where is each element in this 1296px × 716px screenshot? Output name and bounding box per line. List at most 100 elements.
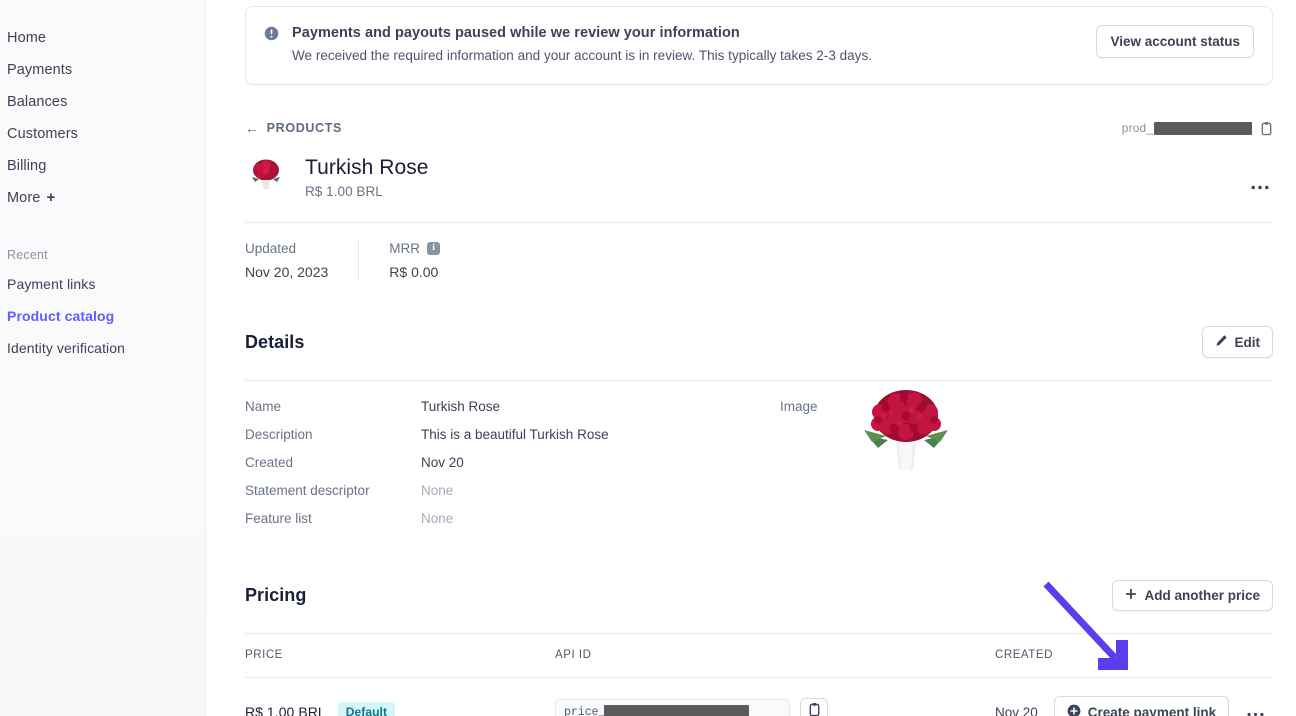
details-image-block: Image bbox=[780, 390, 956, 538]
back-arrow-icon: ← bbox=[245, 120, 260, 136]
detail-key: Created bbox=[245, 455, 294, 470]
detail-row-description: Description This is a beautiful Turkish … bbox=[245, 426, 780, 454]
view-account-status-label: View account status bbox=[1110, 34, 1240, 49]
breadcrumb-label: PRODUCTS bbox=[266, 121, 342, 135]
divider bbox=[245, 677, 1273, 678]
plus-icon: + bbox=[46, 189, 56, 206]
exclamation-circle-icon bbox=[264, 26, 280, 41]
sidebar-section-recent: Recent bbox=[7, 248, 48, 262]
pencil-icon bbox=[1215, 334, 1228, 350]
details-body: Name Turkish Rose Description This is a … bbox=[245, 390, 1273, 538]
plus-icon bbox=[1125, 588, 1137, 603]
divider bbox=[245, 633, 1273, 634]
sidebar-item-product-catalog[interactable]: Product catalog bbox=[0, 300, 205, 332]
sidebar-item-billing[interactable]: Billing bbox=[0, 150, 205, 182]
add-another-price-label: Add another price bbox=[1144, 588, 1260, 603]
details-fields: Name Turkish Rose Description This is a … bbox=[245, 398, 780, 538]
detail-row-statement-descriptor: Statement descriptor None bbox=[245, 482, 780, 510]
details-title: Details bbox=[245, 331, 305, 352]
product-header: Turkish Rose R$ 1.00 BRL bbox=[245, 154, 1273, 199]
sidebar-item-customers[interactable]: Customers bbox=[0, 118, 205, 150]
stat-label-text: MRR bbox=[389, 241, 421, 256]
product-id-prefix: prod_ bbox=[1121, 121, 1153, 135]
pricing-header: Pricing Add another price bbox=[245, 580, 1273, 625]
sidebar-item-label: Identity verification bbox=[7, 340, 126, 356]
page-title: Turkish Rose bbox=[305, 156, 429, 179]
table-row[interactable]: R$ 1.00 BRL Default price_ Nov 20 Create… bbox=[245, 686, 1273, 716]
create-payment-link-button[interactable]: Create payment link bbox=[1053, 695, 1230, 716]
image-label: Image bbox=[780, 399, 818, 414]
product-id-block[interactable]: prod_ bbox=[1122, 121, 1273, 136]
red-roses-bouquet-image bbox=[863, 390, 948, 470]
sidebar-item-label: Payments bbox=[7, 62, 73, 78]
sidebar-item-balances[interactable]: Balances bbox=[0, 86, 205, 118]
sidebar-item-identity-verification[interactable]: Identity verification bbox=[0, 332, 205, 364]
red-roses-bouquet-icon bbox=[252, 159, 280, 189]
stat-value: R$ 0.00 bbox=[389, 264, 439, 280]
sidebar-item-payments[interactable]: Payments bbox=[0, 54, 205, 86]
detail-value: None bbox=[421, 511, 454, 526]
create-payment-link-label: Create payment link bbox=[1087, 704, 1217, 716]
sidebar-item-label: Customers bbox=[7, 126, 78, 142]
detail-key: Feature list bbox=[245, 511, 312, 526]
status-badge: Default bbox=[337, 702, 396, 716]
cell-created: Nov 20 Create payment link bbox=[995, 695, 1273, 716]
add-another-price-button[interactable]: Add another price bbox=[1112, 580, 1273, 611]
api-id-prefix: price_ bbox=[564, 705, 606, 716]
sidebar-item-label: Product catalog bbox=[7, 308, 115, 324]
detail-value: Nov 20 bbox=[421, 455, 464, 470]
divider bbox=[245, 222, 1273, 223]
info-icon[interactable]: i bbox=[427, 242, 441, 255]
sidebar-item-label: Balances bbox=[7, 94, 68, 110]
product-price-subtitle: R$ 1.00 BRL bbox=[305, 184, 383, 199]
stat-label-text: Updated bbox=[245, 241, 297, 256]
created-value: Nov 20 bbox=[995, 704, 1038, 716]
detail-value: Turkish Rose bbox=[421, 399, 501, 414]
detail-key: Name bbox=[245, 399, 282, 414]
row-overflow-menu-button[interactable] bbox=[1245, 703, 1266, 716]
banner-subtitle: We received the required information and… bbox=[292, 48, 872, 63]
divider bbox=[245, 380, 1273, 381]
view-account-status-button[interactable]: View account status bbox=[1096, 25, 1254, 58]
clipboard-icon bbox=[808, 702, 821, 716]
sidebar-item-label: Home bbox=[7, 30, 47, 46]
sidebar: Home Payments Balances Customers Billing… bbox=[0, 0, 206, 716]
details-section: Details Edit Name Turkish Rose Descripti… bbox=[245, 326, 1273, 538]
pricing-title: Pricing bbox=[245, 585, 307, 605]
pricing-table-header: PRICE API ID CREATED bbox=[245, 642, 1273, 669]
sidebar-item-more[interactable]: More + bbox=[0, 182, 205, 214]
api-id-field[interactable]: price_ bbox=[555, 699, 790, 716]
detail-value: None bbox=[421, 483, 454, 498]
breadcrumb-products[interactable]: ← PRODUCTS bbox=[245, 121, 342, 135]
column-header-api-id: API ID bbox=[555, 649, 592, 661]
detail-row-created: Created Nov 20 bbox=[245, 454, 780, 482]
account-review-banner: Payments and payouts paused while we rev… bbox=[245, 6, 1273, 85]
product-image bbox=[856, 380, 956, 472]
app-root: Home Payments Balances Customers Billing… bbox=[0, 0, 1296, 716]
pricing-section: Pricing Add another price PRICE API ID C… bbox=[245, 580, 1273, 716]
sidebar-item-label: Payment links bbox=[7, 276, 96, 292]
main-content: Payments and payouts paused while we rev… bbox=[206, 0, 1296, 716]
sidebar-more-label: More bbox=[7, 190, 41, 206]
sidebar-item-label: Billing bbox=[7, 158, 47, 174]
sidebar-item-home[interactable]: Home bbox=[0, 22, 205, 54]
breadcrumb-row: ← PRODUCTS prod_ bbox=[245, 119, 1273, 137]
product-overflow-menu-button[interactable] bbox=[1247, 174, 1273, 196]
banner-title: Payments and payouts paused while we rev… bbox=[292, 25, 740, 41]
product-thumbnail bbox=[245, 154, 287, 196]
copy-api-id-button[interactable] bbox=[800, 698, 828, 716]
price-value: R$ 1.00 BRL bbox=[245, 704, 326, 716]
stat-mrr: MRR i R$ 0.00 bbox=[358, 240, 470, 281]
sidebar-item-payment-links[interactable]: Payment links bbox=[0, 268, 205, 300]
stat-label: Updated bbox=[245, 240, 328, 257]
stat-value: Nov 20, 2023 bbox=[245, 264, 329, 280]
plus-circle-icon bbox=[1067, 704, 1081, 716]
cell-api-id: price_ bbox=[555, 698, 995, 716]
stat-updated: Updated Nov 20, 2023 bbox=[245, 240, 358, 281]
edit-button[interactable]: Edit bbox=[1201, 326, 1273, 358]
clipboard-icon[interactable] bbox=[1260, 121, 1273, 136]
edit-label: Edit bbox=[1234, 334, 1261, 350]
cell-price: R$ 1.00 BRL Default bbox=[245, 702, 555, 716]
detail-key: Statement descriptor bbox=[245, 483, 370, 498]
stat-label: MRR i bbox=[389, 240, 441, 257]
